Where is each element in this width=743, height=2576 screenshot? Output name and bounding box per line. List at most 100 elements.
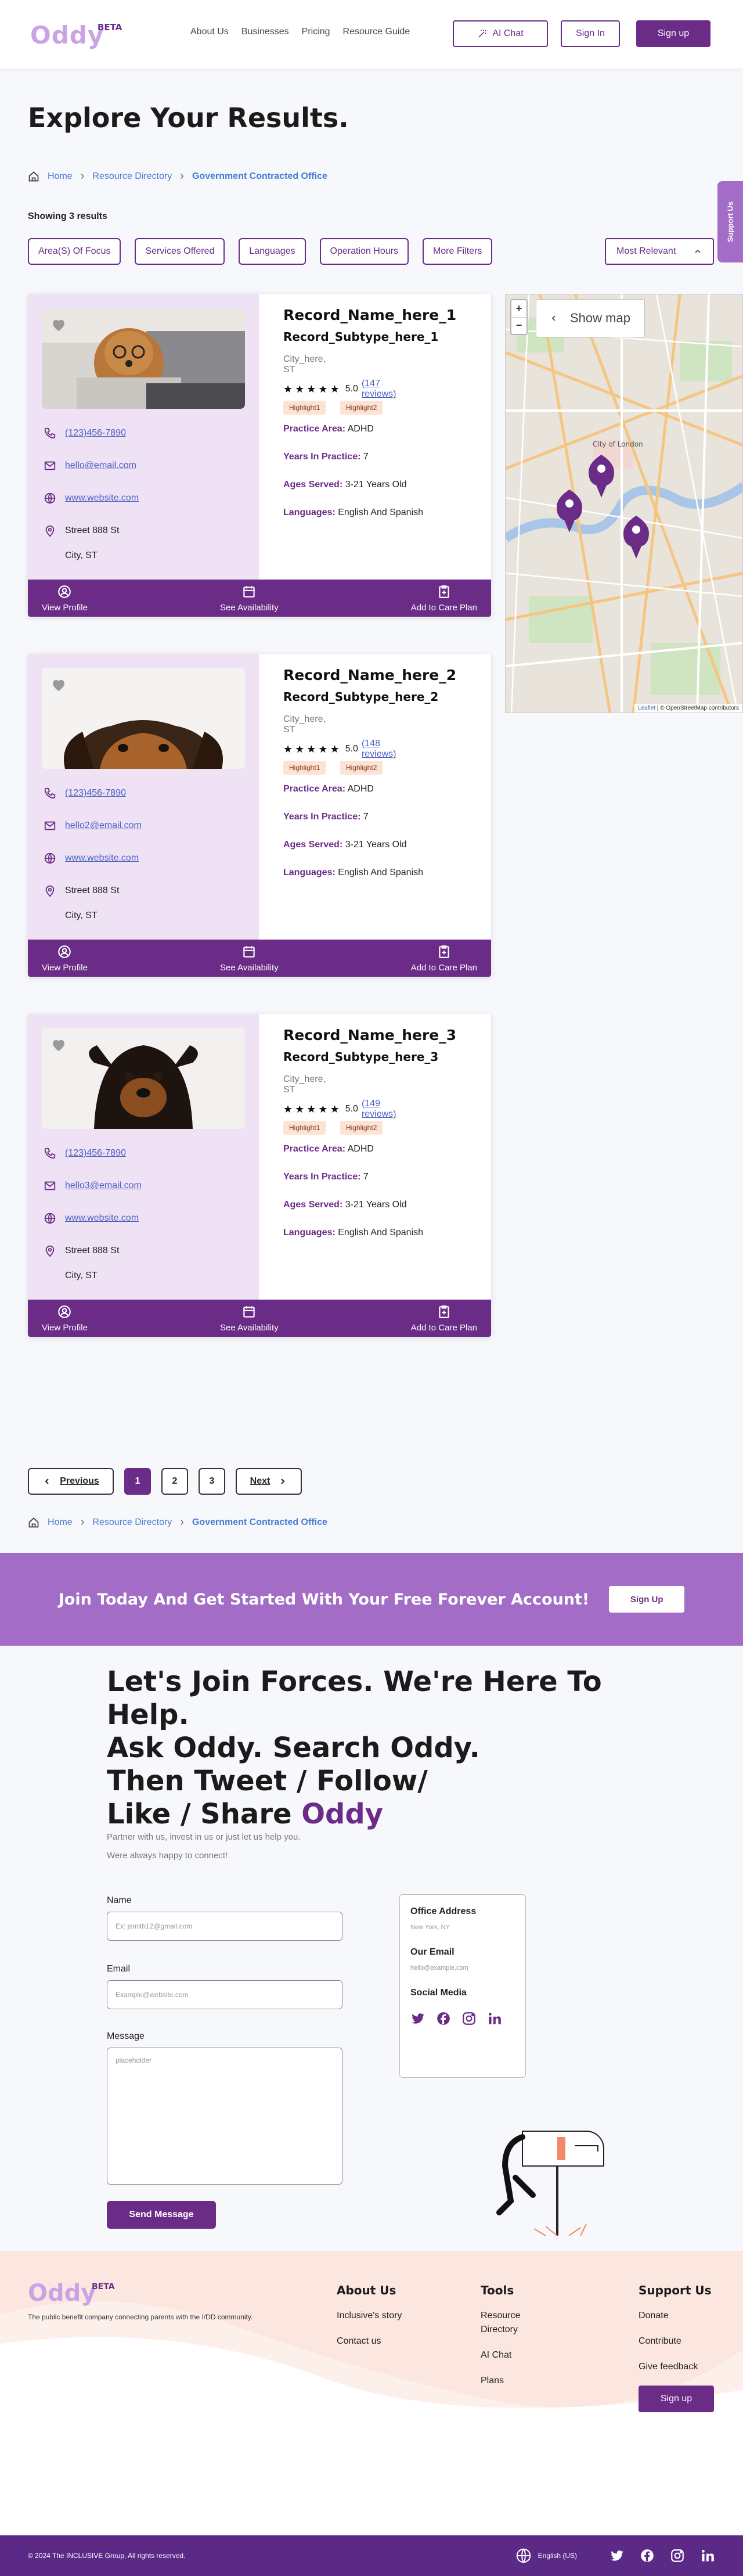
contact-phone[interactable]: (123)456-7890 — [43, 426, 126, 440]
email-link[interactable]: hello3@email.com — [65, 1181, 142, 1191]
reviews-link[interactable]: (148 reviews) — [362, 739, 396, 760]
nav-link-about[interactable]: About Us — [190, 27, 229, 37]
email-input[interactable]: Example@website.com — [107, 1980, 342, 2009]
cta-sign-up-button[interactable]: Sign Up — [609, 1586, 685, 1613]
record-photo — [42, 668, 245, 769]
page-3-button[interactable]: 3 — [199, 1468, 225, 1495]
record-name[interactable]: Record_Name_here_2 — [283, 667, 456, 683]
filter-languages[interactable]: Languages — [239, 238, 306, 265]
reviews-link[interactable]: (149 reviews) — [362, 1099, 396, 1120]
record-name[interactable]: Record_Name_here_1 — [283, 307, 456, 323]
zoom-out-button[interactable]: − — [511, 318, 526, 334]
home-icon[interactable] — [28, 1517, 39, 1528]
support-us-tab[interactable]: Support Us — [717, 181, 743, 262]
nav-link-pricing[interactable]: Pricing — [302, 27, 330, 37]
previous-page-button[interactable]: Previous — [28, 1468, 114, 1495]
logo[interactable]: Oddy BETA — [30, 21, 122, 49]
name-input[interactable]: Ex: jsmith12@gmail.com — [107, 1912, 342, 1941]
page-2-button[interactable]: 2 — [161, 1468, 188, 1495]
filter-bar: Area(S) Of Focus Services Offered Langua… — [28, 238, 493, 265]
view-profile-button[interactable]: View Profile — [42, 584, 88, 613]
footer-link-directory[interactable]: Resource Directory — [481, 2309, 539, 2337]
result-card: (123)456-7890 hello2@email.com www.websi… — [28, 654, 491, 977]
next-page-button[interactable]: Next — [236, 1468, 302, 1495]
sign-up-button[interactable]: Sign up — [636, 20, 710, 47]
nav-link-businesses[interactable]: Businesses — [241, 27, 289, 37]
phone-link[interactable]: (123)456-7890 — [65, 1148, 126, 1159]
phone-link[interactable]: (123)456-7890 — [65, 428, 126, 438]
sign-in-button[interactable]: Sign In — [561, 20, 620, 47]
contact-email[interactable]: hello3@email.com — [43, 1179, 142, 1193]
see-availability-button[interactable]: See Availability — [220, 944, 279, 973]
footer-link-contribute[interactable]: Contribute — [639, 2334, 720, 2348]
instagram-icon[interactable] — [461, 2011, 477, 2026]
zoom-in-button[interactable]: + — [511, 300, 526, 318]
results-map[interactable]: City of London + − Show map Leaflet | © … — [505, 294, 743, 713]
footer-sign-up-button[interactable]: Sign up — [639, 2386, 714, 2412]
instagram-icon[interactable] — [670, 2548, 685, 2563]
breadcrumb-home[interactable]: Home — [48, 171, 73, 182]
phone-link[interactable]: (123)456-7890 — [65, 788, 126, 798]
highlight-tag: Highlight2 — [340, 761, 383, 775]
footer-link-feedback[interactable]: Give feedback — [639, 2360, 720, 2374]
reviews-link[interactable]: (147 reviews) — [362, 379, 396, 400]
add-to-care-plan-button[interactable]: Add to Care Plan — [411, 584, 477, 613]
sort-dropdown[interactable]: Most Relevant — [605, 238, 714, 265]
filter-services-offered[interactable]: Services Offered — [135, 238, 225, 265]
contact-website[interactable]: www.website.com — [43, 851, 139, 865]
view-profile-button[interactable]: View Profile — [42, 944, 88, 973]
rating-value: 5.0 — [345, 384, 358, 394]
chevron-up-icon — [695, 249, 701, 253]
filter-areas-of-focus[interactable]: Area(S) Of Focus — [28, 238, 121, 265]
footer-link-contact[interactable]: Contact us — [337, 2334, 406, 2348]
view-profile-button[interactable]: View Profile — [42, 1304, 88, 1333]
contact-phone[interactable]: (123)456-7890 — [43, 1146, 126, 1160]
breadcrumb-directory[interactable]: Resource Directory — [92, 1517, 172, 1528]
language-selector[interactable]: English (US) — [515, 2547, 577, 2564]
show-map-button[interactable]: Show map — [536, 299, 645, 337]
filter-operation-hours[interactable]: Operation Hours — [319, 238, 409, 265]
send-message-button[interactable]: Send Message — [107, 2201, 216, 2229]
breadcrumb-home[interactable]: Home — [48, 1517, 73, 1528]
footer-link-ai-chat[interactable]: AI Chat — [481, 2348, 539, 2362]
contact-email[interactable]: hello@email.com — [43, 459, 136, 473]
contact-website[interactable]: www.website.com — [43, 1211, 139, 1225]
add-to-care-plan-button[interactable]: Add to Care Plan — [411, 944, 477, 973]
footer-support-heading: Support Us — [639, 2283, 712, 2297]
nav-link-resource-guide[interactable]: Resource Guide — [343, 27, 410, 37]
favorite-heart-icon[interactable] — [50, 1036, 67, 1053]
twitter-icon[interactable] — [410, 2011, 425, 2026]
favorite-heart-icon[interactable] — [50, 676, 67, 693]
website-link[interactable]: www.website.com — [65, 1213, 139, 1224]
email-link[interactable]: hello2@email.com — [65, 821, 142, 831]
footer-link-story[interactable]: Inclusive's story — [337, 2309, 406, 2323]
favorite-heart-icon[interactable] — [50, 316, 67, 333]
email-link[interactable]: hello@email.com — [65, 460, 136, 471]
footer-link-plans[interactable]: Plans — [481, 2374, 539, 2388]
facebook-icon[interactable] — [436, 2011, 451, 2026]
breadcrumb-directory[interactable]: Resource Directory — [92, 171, 172, 182]
linkedin-icon[interactable] — [487, 2011, 502, 2026]
see-availability-button[interactable]: See Availability — [220, 584, 279, 613]
see-availability-button[interactable]: See Availability — [220, 1304, 279, 1333]
contact-email[interactable]: hello2@email.com — [43, 819, 142, 833]
contact-website[interactable]: www.website.com — [43, 491, 139, 505]
page-1-button[interactable]: 1 — [124, 1468, 151, 1495]
linkedin-icon[interactable] — [700, 2548, 715, 2563]
website-link[interactable]: www.website.com — [65, 493, 139, 503]
user-circle-icon — [58, 1305, 71, 1318]
facebook-icon[interactable] — [640, 2548, 655, 2563]
footer-logo[interactable]: Oddy BETA — [28, 2280, 115, 2307]
contact-phone[interactable]: (123)456-7890 — [43, 786, 126, 800]
filter-more[interactable]: More Filters — [422, 238, 493, 265]
leaflet-link[interactable]: Leaflet — [638, 705, 655, 711]
website-link[interactable]: www.website.com — [65, 853, 139, 864]
footer-link-donate[interactable]: Donate — [639, 2309, 720, 2323]
ai-chat-button[interactable]: AI Chat — [453, 20, 548, 47]
home-icon[interactable] — [28, 171, 39, 182]
twitter-icon[interactable] — [609, 2548, 625, 2563]
name-label: Name — [107, 1895, 132, 1905]
add-to-care-plan-button[interactable]: Add to Care Plan — [411, 1304, 477, 1333]
record-name[interactable]: Record_Name_here_3 — [283, 1027, 456, 1044]
message-textarea[interactable]: placeholder — [107, 2048, 342, 2185]
